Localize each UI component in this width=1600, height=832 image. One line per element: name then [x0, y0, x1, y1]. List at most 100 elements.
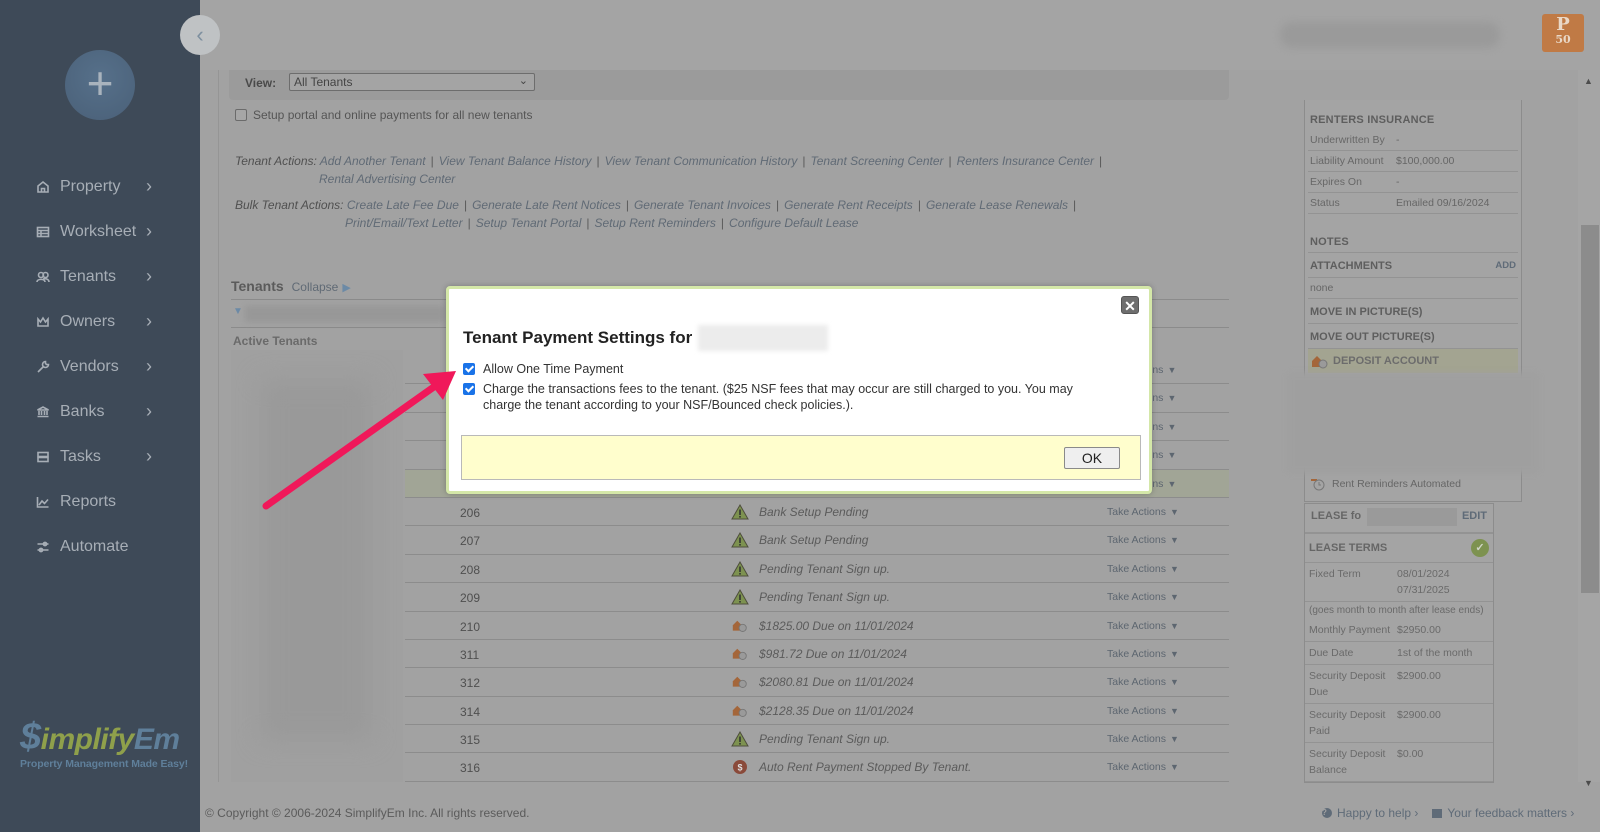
- sidebar-item-vendors[interactable]: Vendors ›: [0, 344, 200, 389]
- add-another-tenant-link[interactable]: Add Another Tenant: [320, 154, 426, 168]
- view-label: View:: [245, 76, 277, 90]
- take-actions-dropdown[interactable]: Take Actions ▼: [1107, 705, 1179, 717]
- take-actions-dropdown[interactable]: Take Actions ▼: [1107, 676, 1179, 688]
- sidebar-item-tenants[interactable]: Tenants ›: [0, 254, 200, 299]
- sidebar-item-label: Reports: [60, 492, 117, 510]
- lease-row: Security Deposit Balance $0.00: [1305, 743, 1493, 782]
- take-actions-dropdown[interactable]: Take Actions ▼: [1107, 620, 1179, 632]
- house-dollar-icon: [1312, 356, 1328, 369]
- view-balance-history-link[interactable]: View Tenant Balance History: [439, 154, 592, 168]
- close-icon[interactable]: ✕: [1121, 296, 1139, 314]
- logo-dollar: $: [20, 716, 41, 758]
- tenant-screening-center-link[interactable]: Tenant Screening Center: [811, 154, 944, 168]
- take-actions-dropdown[interactable]: Take Actions ▼: [1107, 648, 1179, 660]
- sidebar-item-banks[interactable]: Banks ›: [0, 389, 200, 434]
- redacted-tenant-names: [231, 350, 403, 782]
- feedback-label: Your feedback matters: [1447, 806, 1568, 820]
- allow-one-time-payment-checkbox[interactable]: [463, 363, 475, 375]
- scroll-up-arrow[interactable]: ▲: [1584, 76, 1593, 86]
- sidebar-item-automate[interactable]: Automate: [0, 524, 200, 569]
- ri-row: Underwritten By -: [1308, 130, 1518, 151]
- add-attachment-link[interactable]: ADD: [1495, 260, 1516, 272]
- edit-lease-link[interactable]: EDIT: [1462, 510, 1487, 526]
- caret-down-icon: ▼: [1169, 563, 1179, 574]
- lease-key: Monthly Payment: [1309, 624, 1391, 636]
- lease-key: Fixed Term: [1309, 568, 1361, 580]
- take-actions-dropdown[interactable]: Take Actions ▼: [1107, 761, 1179, 773]
- chevron-right-icon: ›: [146, 176, 152, 196]
- configure-default-lease-link[interactable]: Configure Default Lease: [729, 216, 858, 230]
- tenant-invoices-link[interactable]: Generate Tenant Invoices: [634, 198, 771, 212]
- print-email-text-letter-link[interactable]: Print/Email/Text Letter: [345, 216, 463, 230]
- take-actions-dropdown[interactable]: Take Actions ▼: [1107, 591, 1179, 603]
- collapse-sidebar-button[interactable]: ‹: [180, 15, 220, 55]
- create-late-fee-link[interactable]: Create Late Fee Due: [347, 198, 459, 212]
- take-actions-dropdown[interactable]: Take Actions ▼: [1107, 506, 1179, 518]
- rent-receipts-link[interactable]: Generate Rent Receipts: [784, 198, 913, 212]
- unit-number: 312: [460, 676, 481, 691]
- worksheet-icon: [36, 225, 50, 239]
- ri-row: Expires On -: [1308, 172, 1518, 193]
- setup-portal-checkbox[interactable]: [235, 109, 247, 121]
- status-cell: $1825.00 Due on 11/01/2024: [731, 618, 914, 634]
- help-label: Happy to help: [1337, 806, 1412, 820]
- take-actions-dropdown[interactable]: Take Actions ▼: [1107, 563, 1179, 575]
- view-communication-history-link[interactable]: View Tenant Communication History: [605, 154, 798, 168]
- sidebar-item-reports[interactable]: Reports: [0, 479, 200, 524]
- chevron-right-icon: ›: [146, 401, 152, 421]
- setup-tenant-portal-link[interactable]: Setup Tenant Portal: [476, 216, 582, 230]
- home-icon: [36, 180, 50, 194]
- collapse-link[interactable]: Collapse: [292, 280, 339, 294]
- lease-box: LEASE fo EDIT LEASE TERMS ✓ Fixed Term 0…: [1304, 503, 1494, 783]
- feedback-link[interactable]: Your feedback matters ›: [1432, 806, 1574, 820]
- unit-number: 207: [460, 534, 481, 549]
- sidebar-item-owners[interactable]: Owners ›: [0, 299, 200, 344]
- lease-value: $2950.00: [1397, 624, 1441, 636]
- take-actions-label: Take Actions: [1107, 704, 1166, 717]
- scrollbar-thumb[interactable]: [1581, 225, 1599, 593]
- take-actions-label: Take Actions: [1107, 676, 1166, 689]
- lease-key: Security Deposit Paid: [1309, 709, 1386, 737]
- redacted-tenant-name: [1366, 508, 1457, 526]
- table-row: 207 Bank Setup Pending Take Actions ▼: [405, 526, 1229, 555]
- charge-fees-checkbox[interactable]: [463, 383, 475, 395]
- take-actions-dropdown[interactable]: Take Actions ▼: [1107, 534, 1179, 546]
- bulk-actions-label: Bulk Tenant Actions:: [235, 198, 344, 212]
- sidebar-item-worksheet[interactable]: Worksheet ›: [0, 209, 200, 254]
- chevron-down-icon: ⌄: [518, 75, 528, 87]
- lease-title: LEASE fo: [1311, 510, 1362, 522]
- happy-to-help-link[interactable]: ? Happy to help ›: [1322, 806, 1418, 820]
- take-actions-label: Take Actions: [1107, 619, 1166, 632]
- ok-button[interactable]: OK: [1064, 447, 1120, 469]
- late-rent-notices-link[interactable]: Generate Late Rent Notices: [472, 198, 621, 212]
- lease-value: $2900.00: [1397, 709, 1441, 721]
- status-cell: Pending Tenant Sign up.: [731, 560, 890, 577]
- status-cell: Bank Setup Pending: [731, 532, 868, 548]
- lease-renewals-link[interactable]: Generate Lease Renewals: [926, 198, 1068, 212]
- table-row: 206 Bank Setup Pending Take Actions ▼: [405, 498, 1229, 527]
- scroll-down-arrow[interactable]: ▼: [1584, 778, 1593, 788]
- sidebar-item-label: Tenants: [60, 267, 117, 285]
- setup-rent-reminders-link[interactable]: Setup Rent Reminders: [595, 216, 716, 230]
- take-actions-dropdown[interactable]: Take Actions ▼: [1107, 733, 1179, 745]
- renters-insurance-center-link[interactable]: Renters Insurance Center: [957, 154, 1094, 168]
- take-actions-label: Take Actions: [1107, 562, 1166, 575]
- add-button[interactable]: +: [65, 50, 135, 120]
- move-in-pictures[interactable]: MOVE IN PICTURE(S): [1308, 299, 1518, 324]
- attachments-header: ATTACHMENTS ADD: [1308, 252, 1518, 278]
- deposit-account[interactable]: DEPOSIT ACCOUNT: [1308, 349, 1518, 373]
- table-row: 311 $981.72 Due on 11/01/2024 Take Actions…: [405, 640, 1229, 669]
- renters-insurance-title: RENTERS INSURANCE: [1310, 114, 1435, 126]
- rental-advertising-center-link[interactable]: Rental Advertising Center: [319, 172, 455, 186]
- status-text: Pending Tenant Sign up.: [759, 561, 890, 576]
- setup-portal-row: Setup portal and online payments for all…: [235, 108, 533, 122]
- move-out-pictures[interactable]: MOVE OUT PICTURE(S): [1308, 324, 1518, 349]
- sidebar-item-property[interactable]: Property ›: [0, 164, 200, 209]
- sidebar-item-tasks[interactable]: Tasks ›: [0, 434, 200, 479]
- lease-key: Security Deposit Balance: [1309, 748, 1386, 776]
- points-badge[interactable]: P 50: [1542, 14, 1584, 52]
- plus-icon: +: [86, 57, 114, 109]
- redacted-property-name: [245, 306, 445, 322]
- view-select[interactable]: All Tenants ⌄: [289, 73, 535, 91]
- active-tenants-label: Active Tenants: [233, 334, 318, 348]
